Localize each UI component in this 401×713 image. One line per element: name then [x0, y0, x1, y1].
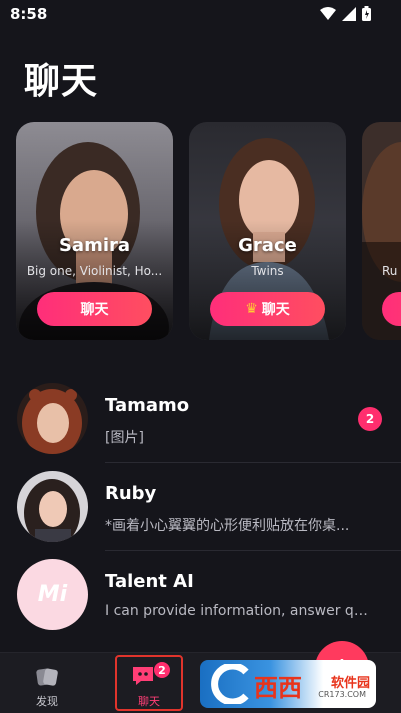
card-description: Big one, Violinist, Ho... — [26, 264, 163, 278]
avatar — [17, 471, 88, 542]
status-icons — [320, 6, 371, 21]
vip-chat-button[interactable]: ♛ 聊天 — [210, 292, 325, 326]
chat-button-label: 聊天 — [261, 302, 290, 318]
wifi-icon — [320, 6, 336, 20]
crown-icon: ♛ — [245, 301, 258, 317]
tab-label: 聊天 — [138, 695, 160, 708]
chat-button-label: 聊天 — [80, 302, 109, 318]
watermark-c-icon — [211, 664, 249, 704]
avatar-text: Mi — [37, 582, 68, 607]
character-card-partial[interactable]: Ru — [362, 122, 401, 340]
chat-item-ruby[interactable]: Ruby *画着小心翼翼的心形便利贴放在你桌... — [0, 463, 401, 551]
chat-item-talent-ai[interactable]: Mi Talent AI I can provide information, … — [0, 551, 401, 639]
chat-icon — [133, 667, 153, 685]
tab-label: 发现 — [36, 695, 58, 708]
page-title: 聊天 — [24, 61, 99, 102]
chat-name: Talent AI — [105, 571, 194, 592]
status-time: 8:58 — [10, 5, 48, 23]
card-name: Samira — [58, 235, 131, 256]
watermark-text: 西西 — [254, 674, 302, 702]
card-description: Ru — [382, 264, 398, 278]
featured-carousel[interactable]: Samira Big one, Violinist, Ho... 聊天 Grac… — [16, 122, 401, 340]
tab-discover[interactable]: 发现 — [16, 657, 78, 711]
chat-name: Tamamo — [105, 395, 190, 416]
chat-preview: I can provide information, answer qu... — [105, 603, 375, 619]
card-description: Twins — [251, 264, 284, 278]
watermark-logo: 西西 软件园 CR173.COM — [200, 660, 376, 708]
character-card-samira[interactable]: Samira Big one, Violinist, Ho... 聊天 — [16, 122, 173, 340]
chat-preview: [图片] — [105, 430, 144, 446]
character-card-grace[interactable]: Grace Twins ♛ 聊天 — [189, 122, 346, 340]
tab-unread-badge: 2 — [153, 661, 171, 679]
card-name: Grace — [238, 235, 297, 256]
watermark-subtext: 软件园 — [330, 676, 370, 691]
battery-icon — [362, 6, 371, 21]
watermark-url: CR173.COM — [318, 690, 366, 699]
chat-button[interactable]: 聊天 — [37, 292, 152, 326]
chat-item-tamamo[interactable]: Tamamo [图片] 2 — [0, 375, 401, 463]
tab-chat[interactable]: 2 聊天 — [115, 655, 183, 711]
discover-icon — [36, 668, 58, 686]
status-bar: 8:58 — [0, 0, 401, 28]
unread-badge: 2 — [358, 407, 382, 431]
chat-preview: *画着小心翼翼的心形便利贴放在你桌... — [105, 518, 350, 534]
avatar — [17, 383, 88, 454]
chat-name: Ruby — [105, 483, 157, 504]
avatar: Mi — [17, 559, 88, 630]
signal-icon — [342, 6, 356, 21]
